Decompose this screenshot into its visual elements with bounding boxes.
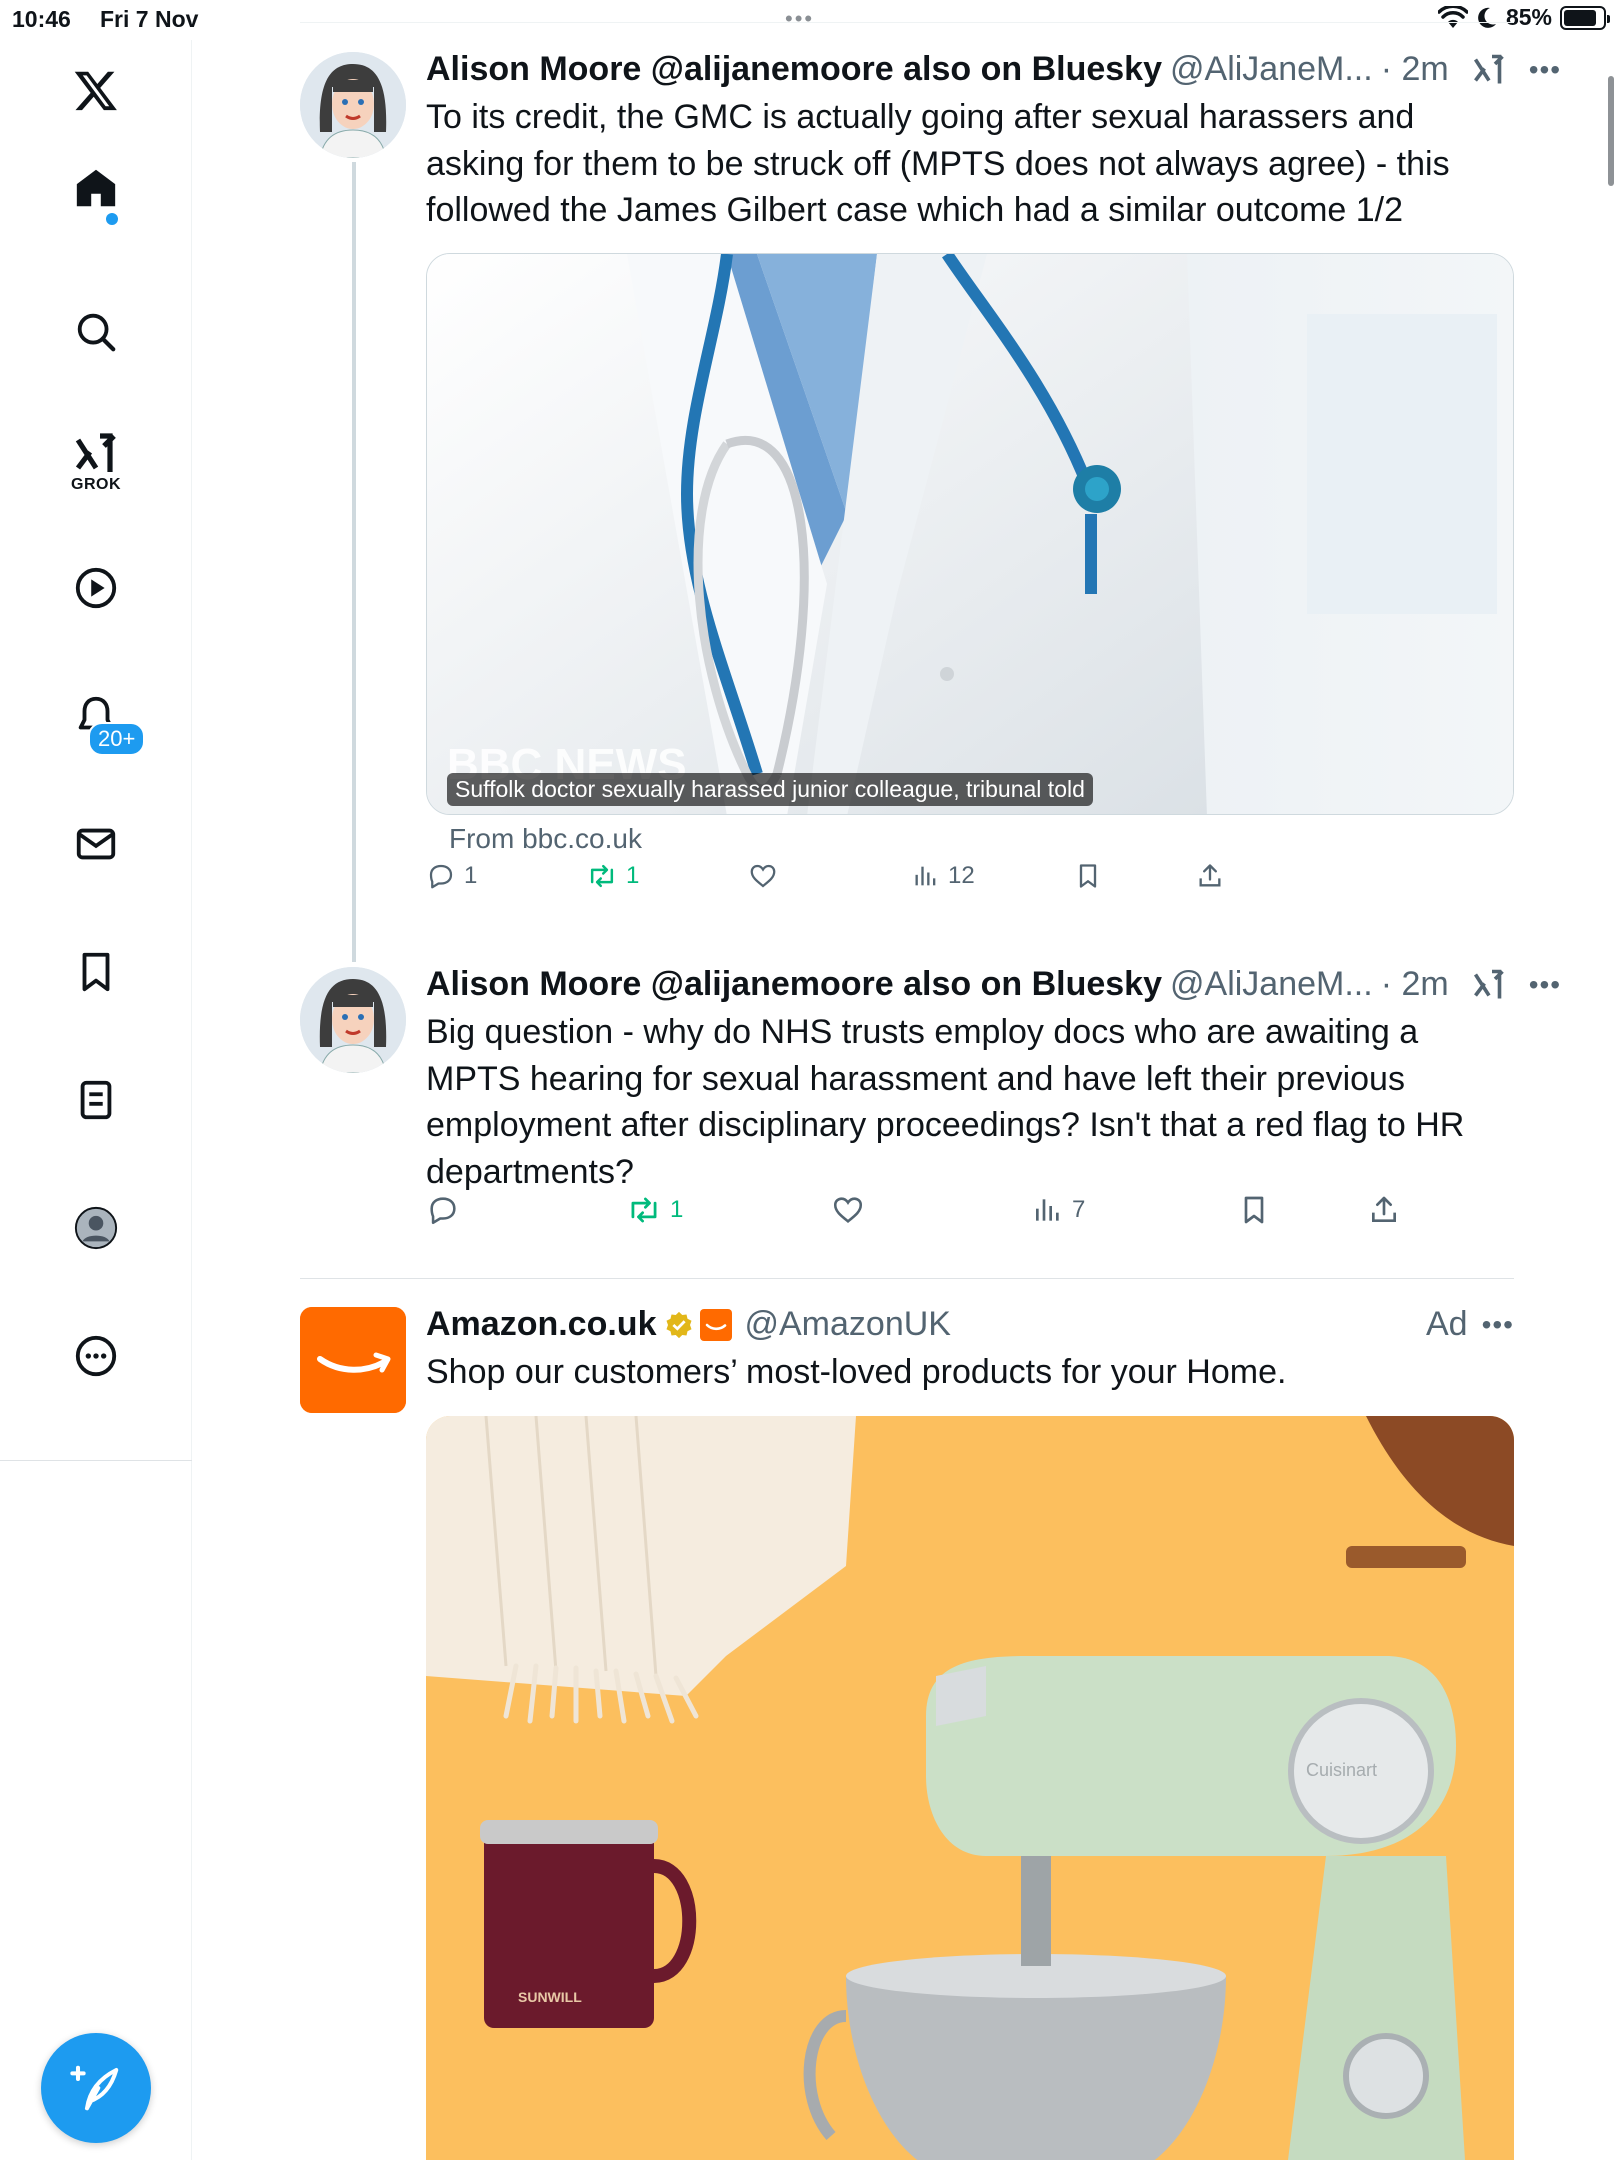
views-icon <box>915 866 936 886</box>
multitasking-dots[interactable]: ••• <box>785 6 814 32</box>
grok-icon[interactable]: GROK <box>56 422 136 502</box>
grok-icon[interactable] <box>1471 52 1507 88</box>
more-options-icon[interactable]: ••• <box>1529 969 1561 1001</box>
link-card-image: BBC NEWS <box>427 254 1513 814</box>
compose-icon <box>70 2065 119 2111</box>
mail-icon[interactable] <box>56 804 136 884</box>
scrollbar[interactable] <box>1608 76 1614 186</box>
tweet-text: Shop our customers’ most-loved products … <box>426 1353 1287 1391</box>
like-button[interactable] <box>831 1193 865 1227</box>
heart-icon <box>833 1197 863 1223</box>
share-icon <box>1372 1196 1396 1222</box>
share-button[interactable] <box>1368 1194 1400 1226</box>
bookmark-icon[interactable] <box>56 932 136 1012</box>
status-date: Fri 7 Nov <box>100 6 199 32</box>
reply-button[interactable]: 1 <box>426 861 477 891</box>
thread-connector <box>352 162 356 962</box>
retweet-button[interactable]: 1 <box>626 1193 683 1227</box>
display-name[interactable]: Alison Moore @alijanemoore also on Blues… <box>426 50 1162 89</box>
search-icon[interactable] <box>56 292 136 372</box>
display-name[interactable]: Alison Moore @alijanemoore also on Blues… <box>426 965 1162 1004</box>
verified-badge-icon <box>664 1310 694 1340</box>
more-options-icon[interactable]: ••• <box>1482 1309 1514 1341</box>
home-icon[interactable] <box>56 148 136 228</box>
link-source[interactable]: From bbc.co.uk <box>449 823 642 855</box>
like-button[interactable] <box>748 861 778 891</box>
mug-brand-text: SUNWILL <box>518 1989 582 2005</box>
home-unread-dot <box>106 213 118 225</box>
reply-count: 1 <box>464 862 478 889</box>
tweet-header-actions: Ad ••• <box>1426 1305 1514 1344</box>
ad-label: Ad <box>1425 1305 1468 1343</box>
reply-button[interactable] <box>426 1193 468 1227</box>
retweet-button[interactable]: 1 <box>586 861 639 891</box>
bookmark-button[interactable] <box>1238 1194 1270 1226</box>
timestamp[interactable]: · 2m <box>1381 965 1449 1004</box>
sidebar-divider <box>0 1460 192 1461</box>
tweet-header: Amazon.co.uk @AmazonUK Ad ••• <box>426 1305 1514 1344</box>
ad-image-graphic: SUNWILL Cuisinart <box>426 1416 1514 2160</box>
battery-percent: 85% <box>1505 4 1552 30</box>
moon-icon <box>1478 7 1496 28</box>
status-bar: 10:46 Fri 7 Nov ••• 85% <box>0 0 1620 40</box>
amazon-logo[interactable] <box>300 1307 406 1413</box>
timestamp[interactable]: · 2m <box>1381 50 1449 89</box>
compose-button[interactable] <box>41 2033 151 2143</box>
views-count: 7 <box>1072 1196 1086 1223</box>
ad-image[interactable]: SUNWILL Cuisinart <box>426 1416 1514 2160</box>
tweet-divider <box>300 1278 1514 1279</box>
display-name[interactable]: Amazon.co.uk <box>426 1305 656 1344</box>
handle[interactable]: @AliJaneM... <box>1170 50 1373 89</box>
bookmark-button[interactable] <box>1074 862 1102 890</box>
profile-icon[interactable] <box>56 1188 136 1268</box>
link-card[interactable]: BBC NEWS Suffolk doctor sexually harasse… <box>426 253 1514 815</box>
handle[interactable]: @AliJaneM... <box>1170 965 1373 1004</box>
play-icon[interactable] <box>56 548 136 628</box>
retweet-count: 1 <box>626 862 640 889</box>
avatar[interactable] <box>300 967 406 1073</box>
avatar[interactable] <box>300 52 406 158</box>
bookmark-icon <box>1244 1196 1264 1224</box>
views-button[interactable]: 12 <box>912 862 975 890</box>
views-count: 12 <box>948 862 975 889</box>
tweet-header-actions: ••• <box>1471 52 1561 88</box>
heart-icon <box>750 864 776 888</box>
wifi-icon <box>1437 5 1468 28</box>
affiliate-badge-icon[interactable] <box>700 1308 733 1341</box>
status-time: 10:46 <box>12 6 71 32</box>
grok-icon[interactable] <box>1471 967 1507 1003</box>
tweet-header: Alison Moore @alijanemoore also on Blues… <box>426 965 1560 1004</box>
grok-label: GROK <box>71 476 121 493</box>
tweet-text: Big question - why do NHS trusts employ … <box>426 1013 1465 1191</box>
reply-icon <box>429 864 453 889</box>
battery-fill <box>1564 9 1597 26</box>
tweet-text: To its credit, the GMC is actually going… <box>426 98 1450 229</box>
battery-icon <box>1560 5 1610 30</box>
retweet-icon <box>590 864 614 888</box>
views-button[interactable]: 7 <box>1032 1194 1085 1226</box>
mixer-brand-text: Cuisinart <box>1306 1760 1377 1780</box>
retweet-count: 1 <box>670 1196 684 1223</box>
link-card-caption: Suffolk doctor sexually harassed junior … <box>447 773 1093 806</box>
status-indicators: 85% <box>1437 4 1610 31</box>
x-logo-icon[interactable] <box>56 50 136 130</box>
tweet-header: Alison Moore @alijanemoore also on Blues… <box>426 50 1560 89</box>
more-options-icon[interactable]: ••• <box>1529 54 1561 86</box>
list-icon[interactable] <box>56 1060 136 1140</box>
reply-icon <box>430 1197 456 1225</box>
sidebar: GROK 20+ <box>0 40 192 2160</box>
notifications-badge: 20+ <box>88 722 146 756</box>
share-icon <box>1199 864 1221 887</box>
handle[interactable]: @AmazonUK <box>744 1305 950 1344</box>
share-button[interactable] <box>1196 862 1224 890</box>
bookmark-icon <box>1079 864 1097 888</box>
more-icon[interactable] <box>56 1316 136 1396</box>
views-icon <box>1036 1199 1059 1221</box>
tweet-header-actions: ••• <box>1471 967 1561 1003</box>
retweet-icon <box>631 1197 657 1223</box>
feed-top-border <box>300 22 1514 23</box>
